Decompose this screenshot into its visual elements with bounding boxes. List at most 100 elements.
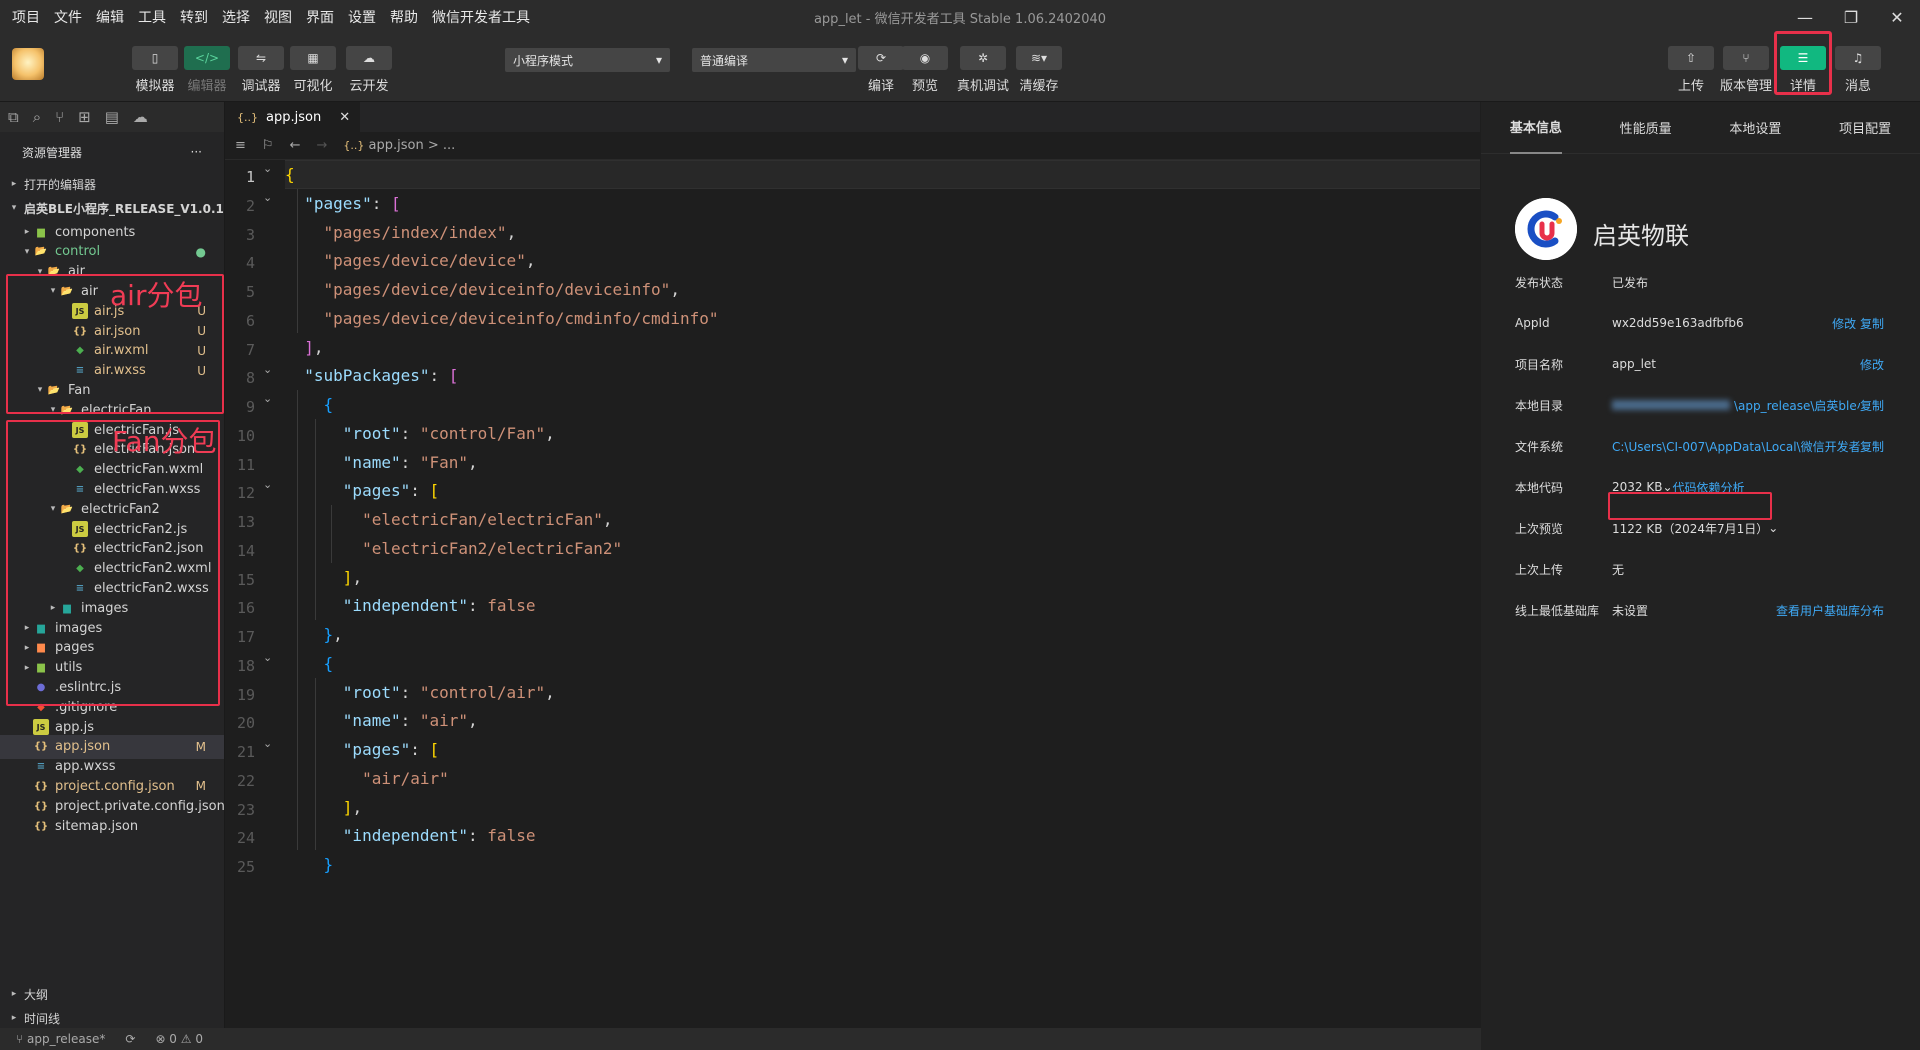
info-key: 文件系统	[1515, 439, 1564, 454]
line-number: 23	[236, 800, 255, 819]
line-number: 5	[245, 283, 255, 301]
mode-select[interactable]: 小程序模式 ▾	[505, 48, 670, 72]
chevron-down-icon[interactable]: ⌄	[263, 737, 272, 750]
files-icon[interactable]: ⧉	[8, 108, 19, 126]
menu-item[interactable]: 文件	[54, 7, 82, 27]
chevron-down-icon[interactable]: ⌄	[263, 191, 272, 204]
compile-button[interactable]: ⟳ 编译	[858, 46, 904, 94]
chevron-down-icon[interactable]: ⌄	[1768, 521, 1778, 535]
back-icon[interactable]: ←	[290, 138, 301, 153]
search-icon[interactable]: ⌕	[33, 108, 41, 126]
messages-button[interactable]: ♫ 消息	[1835, 46, 1881, 94]
menu-item[interactable]: 设置	[348, 7, 376, 27]
breadcrumb-item[interactable]: {..} app.json > ...	[343, 138, 455, 153]
line-number: 6	[245, 311, 255, 330]
sync-icon[interactable]: ⟳	[125, 1032, 135, 1046]
real-debug-button[interactable]: ✲ 真机调试	[957, 46, 1009, 94]
upload-button[interactable]: ⇧ 上传	[1668, 46, 1714, 94]
chevron-down-icon[interactable]: ⌄	[263, 363, 272, 376]
restore-icon[interactable]: ❐	[1828, 0, 1874, 34]
chevron-down-icon[interactable]: ⌄	[263, 478, 272, 491]
json-icon: {..}	[237, 111, 258, 124]
info-action[interactable]: 复制	[1860, 397, 1884, 414]
tab-detail[interactable]: 本地设置	[1729, 102, 1781, 154]
problems-status[interactable]: ⊗ 0 ⚠ 0	[155, 1032, 203, 1046]
code-line: "pages/device/device",	[285, 246, 536, 275]
remote-icon[interactable]: ▤	[105, 108, 119, 126]
preview-button[interactable]: ◉ 预览	[902, 46, 948, 94]
more-icon[interactable]: ···	[191, 145, 202, 159]
clear-cache-button[interactable]: ≋▾ 清缓存	[1016, 46, 1062, 94]
menu-item[interactable]: 转到	[180, 7, 208, 27]
info-action[interactable]: 查看用户基础库分布	[1776, 602, 1884, 619]
code-token: :	[400, 711, 420, 731]
indent-guide	[315, 677, 316, 850]
info-action[interactable]: 修改 复制	[1832, 315, 1884, 332]
menu-item[interactable]: 视图	[264, 7, 292, 27]
info-action[interactable]: 修改	[1860, 356, 1884, 373]
cloud-icon[interactable]: ☁	[133, 108, 148, 126]
info-key: 上次预览	[1515, 521, 1564, 536]
project-section[interactable]: ▾ 启英BLE小程序_RELEASE_V1.0.1	[0, 196, 224, 220]
info-value[interactable]: \app_release\启英ble小...	[1732, 397, 1860, 414]
chevron-down-icon: ▾	[24, 246, 30, 257]
code-token: ,	[670, 280, 680, 299]
tab-detail[interactable]: 项目配置	[1839, 102, 1891, 154]
chevron-down-icon[interactable]: ⌄	[263, 651, 272, 664]
menu-item[interactable]: 选择	[222, 7, 250, 27]
line-number: 22	[236, 771, 255, 790]
code-token: "name"	[342, 711, 401, 731]
tree-item-label: project.config.json	[55, 778, 175, 794]
bug-icon: ✲	[960, 46, 1006, 70]
chevron-down-icon[interactable]: ⌄	[263, 392, 272, 405]
code-token: "pages/device/deviceinfo/deviceinfo"	[323, 280, 671, 299]
info-action[interactable]: 复制	[1860, 438, 1884, 455]
code-line: {	[285, 160, 295, 189]
code-token: {	[323, 653, 334, 673]
tab-detail[interactable]: 基本信息	[1509, 102, 1562, 154]
chevron-down-icon[interactable]: ⌄	[263, 162, 272, 175]
line-number: 7	[245, 340, 255, 359]
compile-mode-select[interactable]: 普通编译 ▾	[692, 48, 856, 72]
timeline-section[interactable]: ▸ 时间线	[0, 1006, 224, 1030]
tree-item-label: sitemap.json	[55, 818, 139, 834]
menu-item[interactable]: 微信开发者工具	[432, 7, 530, 27]
line-number: 14	[236, 541, 255, 560]
forward-icon[interactable]: →	[316, 138, 327, 153]
version-button[interactable]: ⑂ 版本管理	[1720, 46, 1772, 94]
info-row: 发布状态 已发布	[1515, 272, 1884, 292]
info-row: 文件系统 C:\Users\CI-007\AppData\Local\微信开发者.…	[1515, 436, 1884, 456]
close-icon[interactable]: ✕	[1874, 0, 1920, 34]
branch-status[interactable]: ⑂ app_release*	[16, 1032, 105, 1046]
code-token: "pages/device/deviceinfo/cmdinfo/cmdinfo…	[323, 308, 719, 328]
code-token: [	[448, 366, 459, 386]
tab-app-json[interactable]: {..} app.json ✕	[225, 102, 361, 132]
cloud-button[interactable]: ☁ 云开发	[346, 46, 392, 94]
list-icon[interactable]: ≡	[235, 138, 246, 153]
bookmark-icon[interactable]: ⚐	[262, 138, 274, 153]
visual-button[interactable]: ▦ 可视化	[290, 46, 336, 94]
extensions-icon[interactable]: ⊞	[78, 108, 91, 126]
close-icon[interactable]: ✕	[339, 110, 350, 125]
menu-item[interactable]: 编辑	[96, 7, 124, 27]
simulator-button[interactable]: ▯ 模拟器	[132, 46, 178, 94]
tree-item-label: app.wxss	[55, 759, 116, 775]
debugger-button[interactable]: ⇋ 调试器	[238, 46, 284, 94]
open-editors-section[interactable]: ▸ 打开的编辑器	[0, 172, 224, 196]
menu-item[interactable]: 界面	[306, 7, 334, 27]
source-control-icon[interactable]: ⑂	[55, 108, 64, 126]
menu-item[interactable]: 帮助	[390, 7, 418, 27]
editor-button[interactable]: </> 编辑器	[184, 46, 230, 94]
avatar[interactable]	[12, 48, 44, 80]
menu-item[interactable]: 项目	[12, 7, 40, 27]
outline-section[interactable]: ▸ 大纲	[0, 982, 224, 1006]
info-value[interactable]: C:\Users\CI-007\AppData\Local\微信开发者...	[1612, 438, 1860, 455]
tree-item[interactable]: {} sitemap.json	[0, 814, 224, 838]
code-line: "root": "control/Fan",	[285, 419, 555, 448]
menu-item[interactable]: 工具	[138, 7, 166, 27]
minimize-icon[interactable]: —	[1782, 0, 1828, 34]
code-token: "pages/device/device"	[323, 251, 526, 271]
code-area[interactable]: { "pages": [ "pages/index/index", "pages…	[285, 160, 1480, 1028]
tab-detail[interactable]: 性能质量	[1620, 102, 1672, 154]
